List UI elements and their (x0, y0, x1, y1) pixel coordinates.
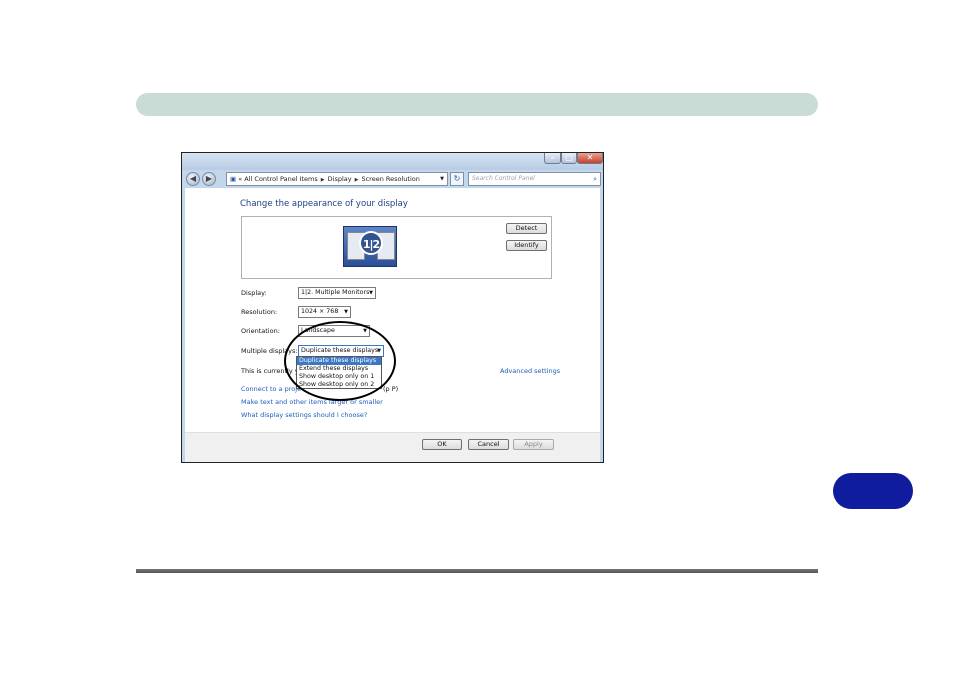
orientation-label: Orientation: (241, 327, 280, 335)
dialog-footer: OK Cancel Apply (185, 432, 600, 462)
display-select[interactable]: 1|2. Multiple Monitors ▼ (298, 287, 376, 299)
address-bar[interactable]: ▣ « All Control Panel Items ▶ Display ▶ Scre… (226, 172, 448, 186)
resolution-value: 1024 × 768 (301, 308, 339, 315)
detect-button[interactable]: Detect (506, 223, 547, 234)
maximize-button[interactable]: □ (561, 153, 577, 164)
title-bar: – □ ✕ (182, 153, 603, 170)
connect-projector-shortcut: (p P) (383, 385, 399, 393)
refresh-icon[interactable]: ↻ (450, 172, 464, 186)
chevron-down-icon: ▼ (369, 290, 373, 296)
page-header-bar (136, 93, 818, 116)
search-input[interactable]: Search Control Panel ⌕ (468, 172, 601, 186)
footer-rule (136, 569, 818, 573)
ok-button[interactable]: OK (422, 439, 462, 450)
display-value: 1|2. Multiple Monitors (301, 289, 370, 296)
breadcrumb-item[interactable]: Screen Resolution (361, 175, 419, 183)
back-icon[interactable]: ◀ (186, 172, 200, 186)
close-button[interactable]: ✕ (577, 153, 603, 164)
page-title: Change the appearance of your display (240, 199, 408, 209)
apply-button[interactable]: Apply (513, 439, 554, 450)
highlight-oval (284, 321, 396, 401)
display-label: Display: (241, 289, 267, 297)
screen-resolution-window: – □ ✕ ◀ ▶ ▣ « All Control Panel Items ▶ Di… (181, 152, 604, 463)
breadcrumb-separator-icon: ▶ (354, 177, 359, 183)
monitor-number-badge: 1|2 (359, 231, 383, 255)
breadcrumb-prefix: « (238, 175, 243, 183)
navigation-bar: ◀ ▶ ▣ « All Control Panel Items ▶ Display ▶… (182, 170, 603, 188)
identify-button[interactable]: Identify (506, 240, 547, 251)
resolution-select[interactable]: 1024 × 768 ▼ (298, 306, 351, 318)
resolution-label: Resolution: (241, 308, 278, 316)
help-link[interactable]: What display settings should I choose? (241, 411, 367, 419)
connect-projector-link[interactable]: Connect to a proje (241, 385, 301, 393)
control-panel-icon: ▣ (230, 175, 237, 183)
breadcrumb-separator-icon: ▶ (320, 177, 325, 183)
monitor-preview: 1|2 Detect Identify (241, 216, 552, 279)
chapter-tab (833, 473, 913, 509)
monitor-icon[interactable]: 1|2 (343, 226, 397, 267)
search-placeholder: Search Control Panel (472, 175, 535, 182)
advanced-settings-link[interactable]: Advanced settings (500, 367, 560, 375)
forward-icon[interactable]: ▶ (202, 172, 216, 186)
content-pane: Change the appearance of your display 1|… (185, 188, 600, 462)
cancel-button[interactable]: Cancel (468, 439, 509, 450)
minimize-button[interactable]: – (544, 153, 561, 164)
address-dropdown-icon[interactable]: ▼ (440, 173, 444, 185)
chevron-down-icon: ▼ (344, 309, 348, 315)
breadcrumb-item[interactable]: All Control Panel Items (244, 175, 317, 183)
search-icon[interactable]: ⌕ (593, 173, 597, 185)
text-size-link[interactable]: Make text and other items larger or smal… (241, 398, 383, 406)
breadcrumb-item[interactable]: Display (328, 175, 352, 183)
